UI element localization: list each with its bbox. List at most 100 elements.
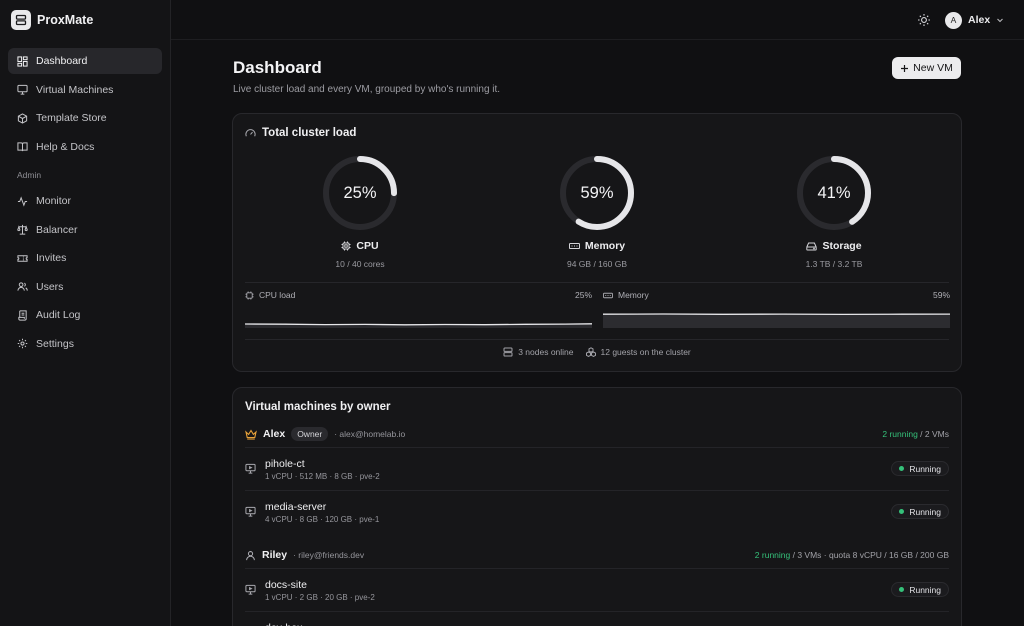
- status-label: Running: [909, 584, 941, 595]
- status-dot: [899, 509, 905, 514]
- sidebar-item-balancer[interactable]: Balancer: [8, 217, 162, 243]
- vm-name: dev-box: [265, 622, 302, 626]
- scale-icon: [17, 224, 28, 235]
- vm-name: pihole-ct: [265, 458, 305, 470]
- sidebar-item-label: Invites: [36, 252, 67, 264]
- cpu-load-sparkline: CPU load 25%: [245, 290, 592, 328]
- sidebar-item-audit-log[interactable]: Audit Log: [8, 302, 162, 328]
- vm-row[interactable]: docs-site 1 vCPU · 2 GB · 20 GB · pve-2 …: [245, 568, 949, 606]
- scroll-icon: [17, 309, 28, 321]
- package-icon: [17, 112, 28, 124]
- sidebar-item-users[interactable]: Users: [8, 274, 162, 300]
- cpu-icon: [341, 241, 351, 251]
- sidebar-item-label: Monitor: [36, 195, 72, 207]
- sidebar-item-label: Balancer: [36, 223, 78, 236]
- running-count: 2 running: [882, 429, 918, 439]
- ticket-icon: [17, 253, 28, 264]
- cpu-percent: 25%: [343, 183, 377, 202]
- memory-usage: 94 GB / 160 GB: [566, 259, 627, 269]
- user-icon: [245, 550, 256, 561]
- status-label: Running: [909, 463, 941, 474]
- plus-icon: [900, 64, 909, 73]
- sidebar-item-help-docs[interactable]: Help & Docs: [8, 134, 162, 160]
- sidebar-item-label: Settings: [36, 337, 74, 350]
- sidebar-item-label: Dashboard: [36, 55, 88, 67]
- sidebar: ProxMate Dashboard Virtual Machines Temp…: [0, 0, 171, 626]
- sidebar-item-dashboard[interactable]: Dashboard: [8, 48, 162, 74]
- vm-specs: 1 vCPU · 512 MB · 8 GB · pve-2: [265, 472, 380, 481]
- sun-icon[interactable]: [917, 13, 931, 27]
- book-icon: [17, 141, 28, 152]
- new-vm-label: New VM: [913, 62, 953, 74]
- hard-drive-icon: [806, 241, 818, 251]
- gauge-icon: [245, 128, 256, 139]
- vm-row[interactable]: media-server 4 vCPU · 8 GB · 120 GB · pv…: [245, 490, 949, 528]
- cpu-load-chart: [245, 323, 592, 328]
- sidebar-item-label: Virtual Machines: [36, 83, 114, 96]
- sidebar-item-settings[interactable]: Settings: [8, 331, 162, 357]
- sidebar-nav: Dashboard Virtual Machines Template Stor…: [8, 48, 162, 359]
- owner-badge: Owner: [291, 427, 329, 441]
- storage-gauge: 41% Storage 1.3 TB / 3.2 TB: [774, 154, 894, 269]
- status-badge: Running: [891, 582, 949, 597]
- user-name: Alex: [968, 14, 991, 26]
- vm-specs: 4 vCPU · 8 GB · 120 GB · pve-1: [265, 515, 380, 524]
- vms-by-owner-card: Virtual machines by owner Alex Owner · a…: [232, 387, 962, 626]
- users-icon: [17, 281, 28, 292]
- cpu-load-percent: 25%: [574, 290, 592, 300]
- memory-load-chart: [603, 313, 950, 328]
- divider: [245, 339, 949, 340]
- cpu-gauge: 25% CPU 10 / 40 cores: [300, 154, 420, 269]
- owner-row-riley: Riley · riley@friends.dev 2 running / 3 …: [245, 546, 949, 564]
- vm-row[interactable]: dev-box: [245, 611, 949, 626]
- owner-email: · riley@friends.dev: [293, 550, 365, 560]
- vms-by-owner-title: Virtual machines by owner: [245, 401, 391, 413]
- sidebar-item-label: Users: [36, 280, 64, 293]
- storage-percent: 41%: [817, 183, 851, 202]
- page-subtitle: Live cluster load and every VM, grouped …: [233, 84, 501, 95]
- new-vm-button[interactable]: New VM: [892, 57, 961, 79]
- sidebar-item-template-store[interactable]: Template Store: [8, 105, 162, 131]
- status-badge: Running: [891, 504, 949, 519]
- crown-icon: [245, 428, 257, 440]
- user-menu[interactable]: A Alex: [945, 10, 1004, 30]
- topbar: A Alex: [171, 0, 1024, 40]
- sidebar-item-virtual-machines[interactable]: Virtual Machines: [8, 77, 162, 103]
- monitor-icon: [245, 506, 256, 517]
- boxes-icon: [585, 347, 596, 357]
- vm-row[interactable]: pihole-ct 1 vCPU · 512 MB · 8 GB · pve-2…: [245, 447, 949, 485]
- vm-total: / 3 VMs · quota 8 vCPU / 16 GB / 200 GB: [790, 550, 949, 560]
- cpu-label: CPU: [356, 240, 379, 252]
- vm-name: docs-site: [265, 579, 308, 591]
- brand[interactable]: ProxMate: [11, 9, 93, 31]
- owner-email: · alex@homelab.io: [334, 429, 406, 439]
- cluster-load-card: Total cluster load 25% CPU 10 / 40 cores…: [232, 113, 962, 372]
- storage-usage: 1.3 TB / 3.2 TB: [805, 259, 863, 269]
- chevron-down-icon: [996, 16, 1004, 24]
- sidebar-item-label: Template Store: [36, 112, 107, 124]
- vm-specs: 1 vCPU · 2 GB · 20 GB · pve-2: [265, 593, 375, 602]
- owner-vm-stats: 2 running / 3 VMs · quota 8 vCPU / 16 GB…: [755, 550, 949, 560]
- status-dot: [899, 466, 905, 471]
- cluster-footer: 3 nodes online 12 guests on the cluster: [233, 347, 961, 357]
- sidebar-item-label: Audit Log: [36, 309, 81, 321]
- cpu-cores: 10 / 40 cores: [335, 259, 385, 269]
- memory-load-sparkline: Memory 59%: [603, 290, 950, 328]
- app-name: ProxMate: [37, 13, 94, 27]
- storage-label: Storage: [822, 240, 862, 252]
- cpu-load-label: CPU load: [259, 290, 296, 300]
- server-icon: [503, 347, 513, 357]
- gear-icon: [17, 338, 28, 349]
- divider: [245, 282, 949, 283]
- monitor-icon: [17, 84, 28, 95]
- dashboard-icon: [17, 55, 28, 67]
- running-count: 2 running: [754, 550, 791, 560]
- owner-name: Alex: [263, 428, 286, 440]
- sidebar-item-monitor[interactable]: Monitor: [8, 188, 162, 214]
- cluster-load-title: Total cluster load: [262, 127, 357, 139]
- monitor-icon: [245, 463, 256, 474]
- status-badge: Running: [891, 461, 949, 476]
- avatar: A: [945, 11, 962, 29]
- sidebar-item-invites[interactable]: Invites: [8, 245, 162, 271]
- memory-load-label: Memory: [618, 290, 649, 300]
